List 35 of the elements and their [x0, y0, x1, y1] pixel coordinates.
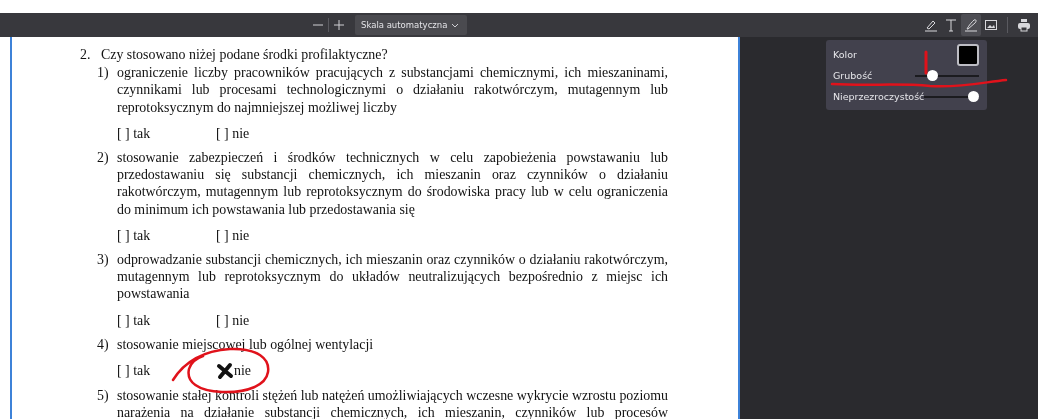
opacity-label: Nieprzezroczystość [833, 91, 925, 102]
option-label: [ ] nie [216, 226, 250, 245]
ink-stroke [924, 50, 928, 75]
slider-thumb[interactable] [927, 70, 939, 81]
item-number: 3) [97, 251, 110, 270]
text-icon [944, 18, 958, 32]
item-text: stosowanie zabezpieczeń i środków technicznych w celu zapobieżenia powstawaniu lub przedostawaniu się substancji chemicznych, ich mieszanin oraz czynników o działaniu rakotwórczym, mutagennym lub reprotoksycznym do środowiska pracy lub w celu ograniczenia do minimum ich powstawania lub przedostawania się [117, 149, 668, 218]
item-text: ograniczenie liczby pracowników pracujących z substancjami chemicznymi, ich mieszaninami, czynnikami lub procesami technologicznymi o działaniu rakotwórczym, mutagennym lub reprotoksycznym do najmniejszej możliwej liczby [117, 64, 668, 116]
item-number: 5) [97, 387, 110, 406]
chevron-icon [451, 22, 459, 28]
option-label: [ ] tak [117, 362, 151, 380]
print-icon [1017, 18, 1031, 32]
item-number: 4) [97, 335, 110, 354]
item-number: 2) [97, 149, 110, 167]
item-text: stosowanie miejscowej lub ogólnej wentylacji [117, 335, 375, 354]
color-swatch[interactable] [957, 43, 979, 66]
option-label: [ ] tak [117, 124, 151, 142]
image-icon [984, 18, 998, 32]
option-label: [ ] tak [117, 311, 151, 329]
option-label: nie [234, 362, 251, 380]
slider-thumb[interactable] [968, 91, 979, 102]
scale-select[interactable]: Skala automatyczna [355, 15, 467, 35]
item-text: odprowadzanie substancji chemicznych, ich mieszanin oraz czynników o działaniu rakotwórczym, mutagennym lub reprotoksycznym do układów neutralizujących bezpośrednio z miejsc ich powstawania [117, 251, 668, 303]
question-number: 2. [80, 46, 92, 64]
color-label: Kolor [833, 49, 857, 60]
question-text: Czy stosowano niżej podane środki profilaktyczne? [101, 46, 388, 64]
thickness-label: Grubość [833, 70, 873, 81]
tool-button[interactable] [961, 14, 981, 36]
pen-icon [964, 18, 978, 32]
item-number: 1) [97, 64, 110, 83]
option-label: [ ] nie [216, 311, 250, 329]
plus-icon [334, 20, 344, 30]
option-label: [ ] tak [117, 226, 151, 245]
highlighter-icon [924, 18, 938, 32]
option-label: [ ] nie [216, 124, 250, 142]
